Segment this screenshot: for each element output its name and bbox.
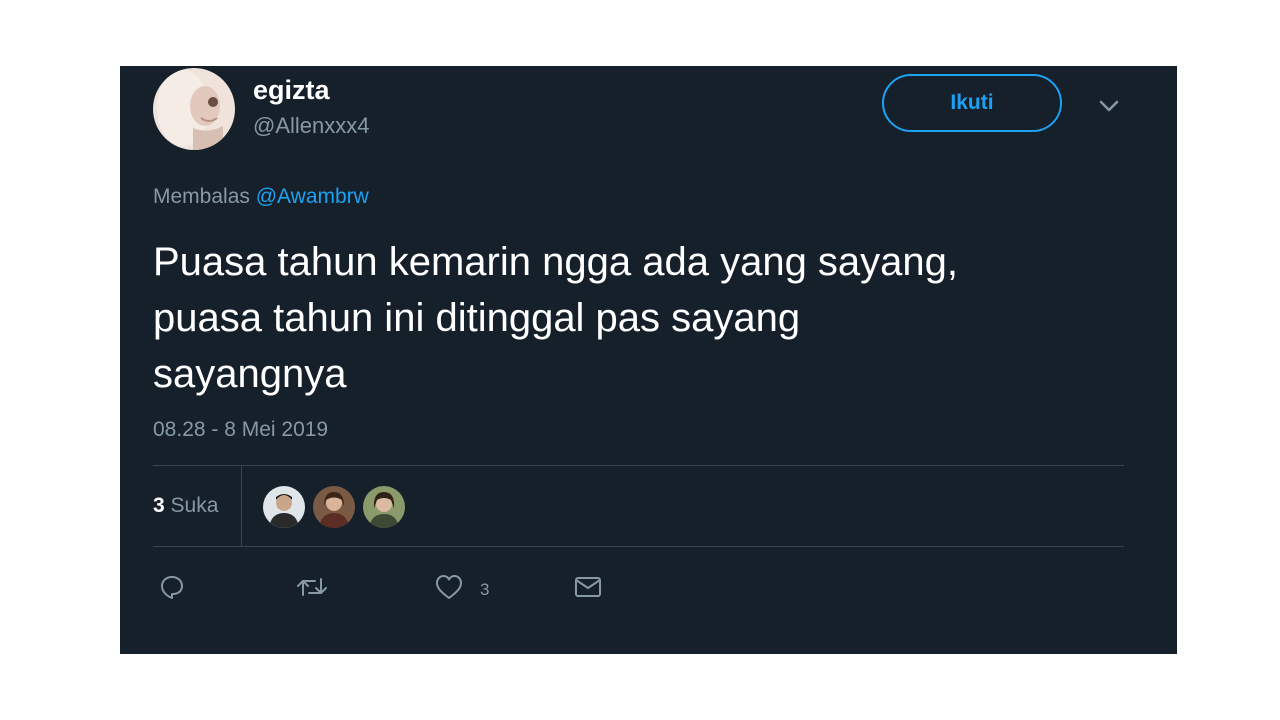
reply-prefix: Membalas: [153, 185, 250, 208]
tweet-card: egizta @Allenxxx4 Ikuti Membalas @Awambr…: [120, 66, 1177, 654]
reply-context: Membalas @Awambrw: [153, 185, 369, 209]
tweet-timestamp[interactable]: 08.28 - 8 Mei 2019: [153, 418, 328, 442]
likes-stat[interactable]: 3 Suka: [153, 494, 218, 518]
display-name[interactable]: egizta: [253, 75, 330, 106]
chevron-down-icon[interactable]: [1097, 94, 1121, 118]
user-handle[interactable]: @Allenxxx4: [253, 113, 370, 139]
tweet-text: Puasa tahun kemarin ngga ada yang sayang…: [153, 234, 1133, 402]
direct-message-button[interactable]: [573, 572, 603, 602]
tweet-text-line: Puasa tahun kemarin ngga ada yang sayang…: [153, 240, 959, 284]
heart-icon: [434, 573, 464, 601]
retweet-button[interactable]: [295, 572, 329, 602]
retweet-icon: [295, 573, 329, 601]
divider: [153, 465, 1124, 466]
reply-icon: [158, 573, 186, 601]
tweet-text-line: sayangnya: [153, 352, 347, 396]
envelope-icon: [573, 573, 603, 601]
likes-count: 3: [153, 494, 165, 517]
like-button[interactable]: 3: [434, 572, 489, 602]
tweet-text-line: puasa tahun ini ditinggal pas sayang: [153, 296, 801, 340]
liker-avatar[interactable]: [363, 486, 405, 528]
reply-button[interactable]: [158, 572, 186, 602]
divider: [153, 546, 1124, 547]
likes-label: Suka: [170, 494, 219, 517]
follow-button[interactable]: Ikuti: [882, 74, 1062, 132]
vertical-divider: [241, 466, 242, 546]
like-count: 3: [480, 580, 490, 599]
liker-avatar[interactable]: [313, 486, 355, 528]
reply-mention-link[interactable]: @Awambrw: [256, 185, 369, 208]
avatar[interactable]: [153, 68, 235, 150]
liker-avatar[interactable]: [263, 486, 305, 528]
